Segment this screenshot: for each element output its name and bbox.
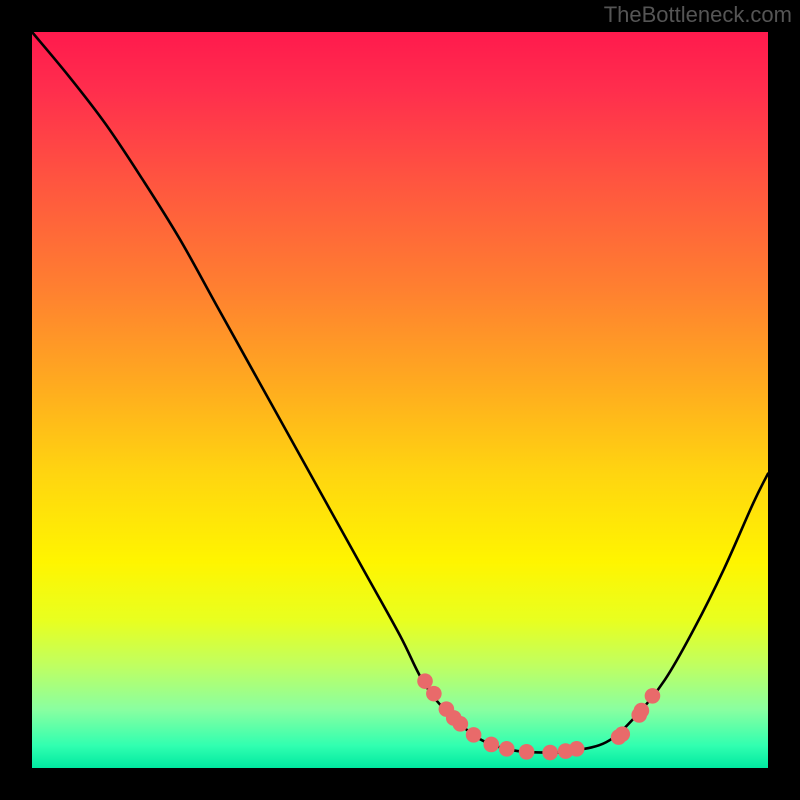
data-point [569, 741, 585, 757]
data-points [417, 673, 660, 760]
data-point [483, 737, 499, 753]
data-point [519, 744, 535, 760]
data-point [426, 686, 442, 702]
data-point [614, 726, 630, 742]
data-point [466, 727, 482, 743]
curve-line [32, 32, 768, 753]
data-point [417, 673, 433, 689]
data-point [542, 745, 558, 761]
data-point [645, 688, 661, 704]
data-point [453, 716, 469, 732]
data-point [634, 703, 650, 719]
chart-area [32, 32, 768, 768]
data-point [499, 741, 515, 757]
watermark-text: TheBottleneck.com [604, 2, 792, 28]
chart-svg [32, 32, 768, 768]
